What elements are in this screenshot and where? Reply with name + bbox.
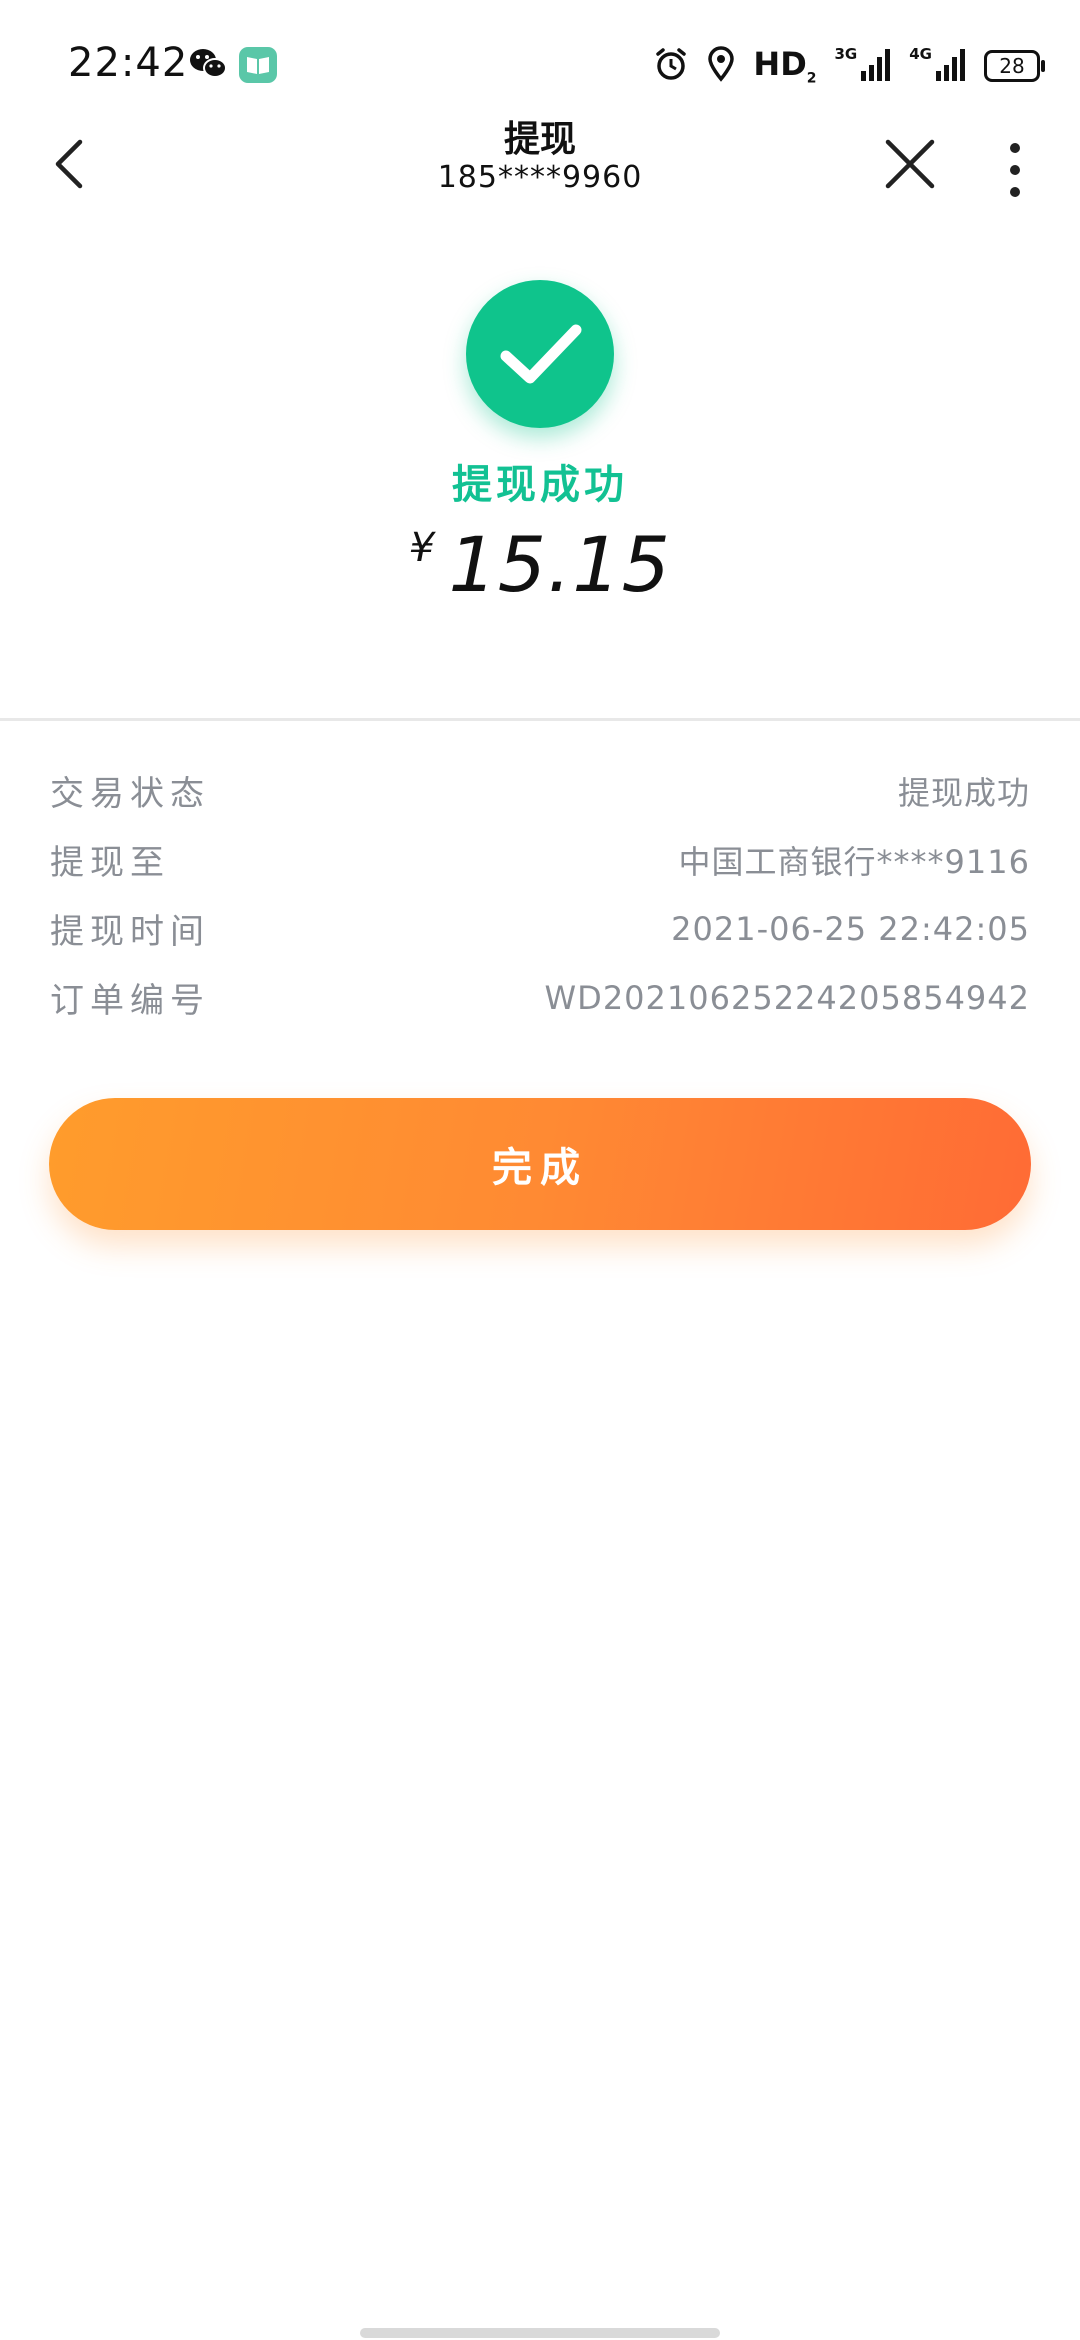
status-icons: HD2 3G 4G 28 [653, 44, 1045, 88]
wechat-icon [188, 46, 228, 86]
detail-value: 提现成功 [897, 773, 1030, 812]
detail-label: 交易状态 [50, 774, 210, 814]
network-4g-label: 4G [909, 45, 932, 63]
home-indicator[interactable] [360, 2328, 720, 2338]
alarm-icon [653, 46, 689, 86]
signal-3g-icon [861, 47, 891, 85]
amount-value: 15.15 [448, 520, 672, 609]
battery-icon: 28 [984, 50, 1045, 82]
withdraw-amount: ¥15.15 [0, 520, 1080, 609]
signal-4g-icon [936, 47, 966, 85]
result-status: 提现成功 [452, 462, 628, 508]
reader-app-icon [238, 46, 278, 88]
detail-row-time: 提现时间 2021-06-25 22:42:05 [50, 894, 1030, 963]
detail-label: 订单编号 [50, 981, 210, 1021]
nav-bar: 提现 185****9960 [0, 110, 1080, 210]
detail-label: 提现时间 [50, 912, 210, 952]
detail-row-status: 交易状态 提现成功 [50, 756, 1030, 825]
status-time: 22:42 [68, 40, 189, 86]
transaction-details: 交易状态 提现成功 提现至 中国工商银行****9116 提现时间 2021-0… [50, 756, 1030, 1032]
network-3g-label: 3G [834, 45, 858, 63]
close-icon[interactable] [880, 124, 940, 200]
more-options-icon[interactable] [994, 124, 1036, 200]
divider [0, 718, 1080, 721]
detail-label: 提现至 [50, 843, 170, 883]
done-button[interactable]: 完成 [49, 1098, 1031, 1230]
withdraw-result-screen: 22:42 HD2 3G 4G 28 提现 185****9960 提现成功 ¥… [0, 0, 1080, 2340]
detail-value: WD20210625224205854942 [544, 978, 1030, 1017]
success-check-icon [466, 280, 614, 428]
hd-indicator: HD2 [753, 45, 817, 87]
detail-value: 2021-06-25 22:42:05 [671, 909, 1030, 948]
currency-symbol: ¥ [408, 525, 435, 571]
detail-value: 中国工商银行****9116 [678, 842, 1030, 881]
detail-row-order-number: 订单编号 WD20210625224205854942 [50, 963, 1030, 1032]
detail-row-destination: 提现至 中国工商银行****9116 [50, 825, 1030, 894]
location-icon [707, 46, 735, 86]
